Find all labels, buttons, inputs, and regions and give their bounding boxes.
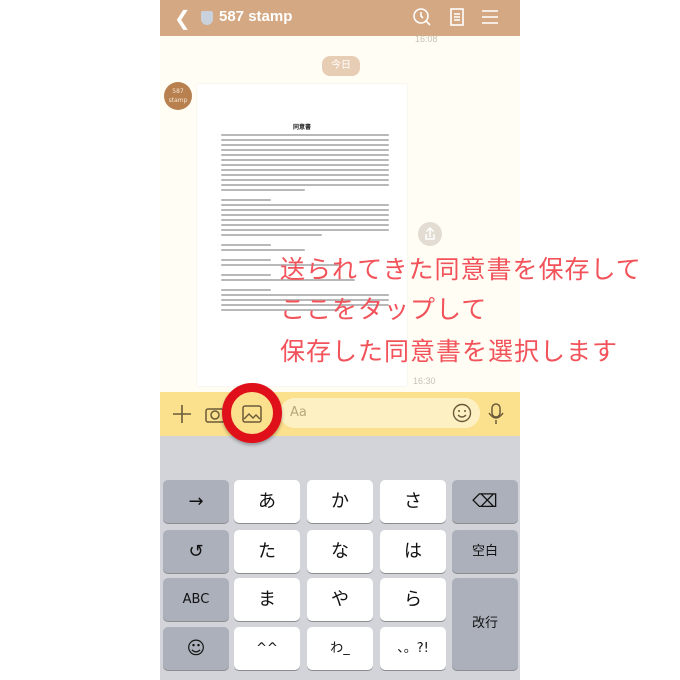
date-badge: 今日 [322,56,360,76]
document-line [221,179,389,181]
menu-icon[interactable] [480,7,500,27]
document-line [221,229,389,231]
key[interactable]: あ [234,480,300,523]
shield-icon [201,11,213,25]
document-line [221,289,272,291]
document-line [221,259,272,261]
annotation-line-1: 送られてきた同意書を保存して [280,255,642,284]
document-line [221,209,389,211]
key[interactable]: さ [380,480,446,523]
document-line [221,149,389,151]
search-clock-icon[interactable] [412,7,432,27]
input-bar: Aa [160,392,520,436]
key[interactable]: か [307,480,373,523]
key[interactable]: ↺ [163,530,229,573]
document-line [221,214,389,216]
key[interactable]: は [380,530,446,573]
emoji-icon[interactable] [452,403,472,423]
key[interactable]: ^^ [234,627,300,670]
share-button[interactable] [418,222,442,246]
key[interactable]: 空白 [452,530,518,573]
chat-title: 587 stamp [219,8,293,25]
document-line [221,224,389,226]
document-line [221,164,389,166]
document-line [221,159,389,161]
message-placeholder: Aa [290,405,307,420]
previous-timestamp: 16:08 [415,34,438,44]
key[interactable]: た [234,530,300,573]
annotation-line-3: 保存した同意書を選択します [280,337,619,366]
document-line [221,219,389,221]
keyboard: → あかさ ⌫ ↺ たなは空白 ABC まやら改行 ☺ ^^ わ_、。?! [160,436,520,680]
key[interactable]: や [307,578,373,621]
notes-icon[interactable] [447,7,467,27]
annotation-line-2: ここをタップして [280,295,488,324]
key[interactable]: ら [380,578,446,621]
document-line [221,169,389,171]
avatar[interactable]: 587 stamp [164,82,192,110]
document-title: 同意書 [292,124,311,131]
back-icon[interactable]: ❮ [174,6,191,30]
key[interactable]: → [163,480,229,523]
key[interactable]: ⌫ [452,480,518,523]
document-line [221,174,389,176]
document-line [221,274,272,276]
message-input[interactable]: Aa [280,398,480,428]
document-line [221,234,322,236]
key[interactable]: ABC [163,578,229,621]
plus-icon[interactable] [172,404,192,424]
document-line [221,134,389,136]
document-line [221,199,272,201]
highlight-circle [222,383,282,443]
document-line [221,244,272,246]
document-line [221,204,389,206]
chat-header: ❮ 587 stamp [160,0,520,36]
document-line [221,184,389,186]
key[interactable]: 、。?! [380,627,446,670]
message-timestamp: 16:30 [413,376,436,386]
document-line [221,144,389,146]
share-icon [425,226,435,240]
key[interactable]: 改行 [452,578,518,670]
document-line [221,189,305,191]
mic-icon[interactable] [488,403,504,425]
key[interactable]: な [307,530,373,573]
document-line [221,154,389,156]
document-line [221,139,389,141]
key[interactable]: わ_ [307,627,373,670]
key[interactable]: ま [234,578,300,621]
key[interactable]: ☺ [163,627,229,670]
